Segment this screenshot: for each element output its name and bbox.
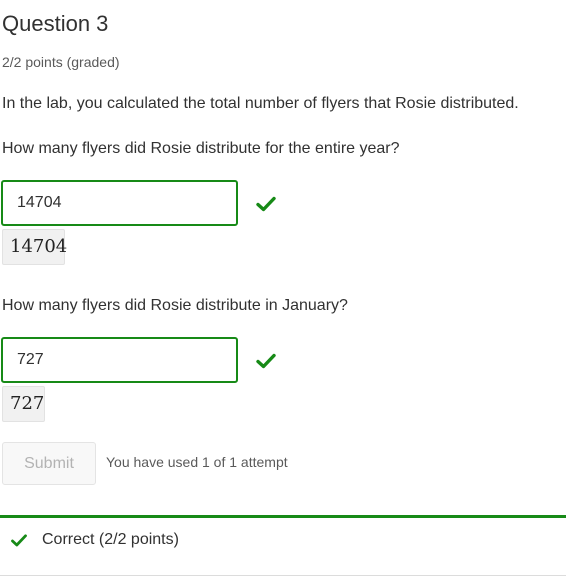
part-1-answer-preview: 14704 (2, 229, 67, 265)
checkmark-icon (256, 353, 276, 369)
part-2-answer-input[interactable] (1, 337, 238, 383)
part-1-answer-input[interactable] (1, 180, 238, 226)
correct-notification: Correct (2/2 points) (0, 515, 566, 576)
problem-page: Question 3 2/2 points (graded) In the la… (0, 0, 566, 579)
question-intro: In the lab, you calculated the total num… (2, 95, 519, 112)
submit-button[interactable]: Submit (2, 442, 96, 485)
question-title: Question 3 (2, 11, 109, 36)
part-1-prompt: How many flyers did Rosie distribute for… (2, 140, 400, 157)
notification-text: Correct (2/2 points) (42, 531, 179, 548)
part-2-answer-preview: 727 (2, 386, 45, 422)
part-2-prompt: How many flyers did Rosie distribute in … (2, 297, 348, 314)
question-points: 2/2 points (graded) (2, 54, 120, 70)
checkmark-icon (256, 196, 276, 212)
attempts-text: You have used 1 of 1 attempt (106, 454, 288, 470)
checkmark-icon (11, 534, 27, 547)
